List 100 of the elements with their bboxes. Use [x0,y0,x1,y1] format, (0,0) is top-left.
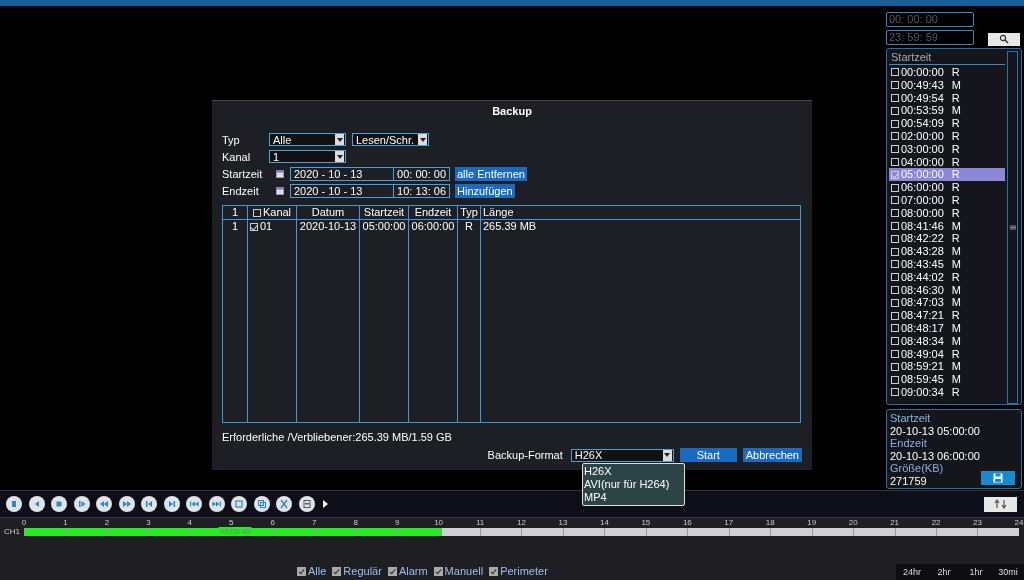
menu-option[interactable]: H26X [584,465,683,478]
file-item[interactable]: 08:47:21 R [889,309,1005,322]
cut-button[interactable] [276,496,292,512]
next-file-button[interactable] [208,496,225,512]
copy-button[interactable] [253,496,270,512]
mode-dropdown[interactable]: Lesen/Schr. [352,133,429,146]
type-dropdown[interactable]: Alle [269,133,346,146]
file-item[interactable]: 08:48:17 M [889,321,1005,335]
field-label: Kanal [222,150,252,163]
hour-label: 13 [558,518,568,527]
info-value: 271759 [890,474,927,487]
field-label: Typ [222,133,241,146]
file-item[interactable]: 08:48:34 M [889,334,1005,348]
hour-label: 14 [599,518,609,527]
zoom-button[interactable]: 2hr [928,567,960,577]
info-label: Endzeit [890,437,928,450]
table-cell: 1 [222,219,248,233]
file-item[interactable]: 08:49:04 R [889,347,1005,361]
hour-label: 4 [187,518,193,527]
stop-button[interactable] [51,496,67,512]
table-cell: 2020-10-13 [296,219,360,233]
previous-file-button[interactable] [186,496,202,512]
file-item[interactable]: 04:00:00 R [889,155,1005,169]
file-item[interactable]: 09:00:34 R [889,385,1005,399]
hour-label: 15 [641,518,651,527]
file-item[interactable]: 02:00:00 R [889,130,1005,143]
file-item[interactable]: 08:41:46 M [889,219,1005,233]
file-item[interactable]: 00:49:54 R [889,91,1005,105]
switch-button[interactable] [984,496,1017,512]
file-item[interactable]: 00:53:59 M [889,104,1005,118]
dialog-title: Backup [491,105,533,117]
hour-label: 20 [848,518,858,527]
search-button[interactable] [988,32,1020,46]
table-cell: 01 [247,219,297,233]
zoom-button[interactable]: 1hr [960,567,992,577]
column-header: Startzeit [359,205,409,220]
info-label: Startzeit [890,412,932,425]
file-item[interactable]: 08:46:30 M [889,283,1005,297]
hour-label: 24 [1014,518,1024,527]
hour-label: 19 [807,518,817,527]
play-reverse-button[interactable] [28,496,45,512]
info-value: 20-10-13 05:00:00 [890,424,980,437]
table-cell: 265.39 MB [480,219,801,233]
column-header: Länge [480,205,801,220]
save-button[interactable] [298,496,315,512]
file-item[interactable]: 00:49:43 M [889,78,1005,92]
file-item[interactable]: 00:00:00 R [889,66,1005,79]
zoom-button[interactable]: 30mi [992,567,1024,577]
info-value: 20-10-13 06:00:00 [890,449,980,462]
more-arrow-icon[interactable] [323,500,328,508]
channel-dropdown[interactable]: 1 [269,150,346,163]
date-time-field[interactable]: 2020 - 10 - 13 00: 00: 00 [290,166,450,181]
zoom-button[interactable]: 24hr [896,567,928,577]
file-item[interactable]: 07:00:00 R [889,193,1005,207]
file-item[interactable]: 08:00:00 R [889,206,1005,220]
field-label: Startzeit [222,167,264,180]
remove-all-button[interactable]: alle Entfernen [455,166,527,181]
hour-label: 0 [21,518,27,527]
fast-forward-button[interactable] [118,496,135,512]
menu-option[interactable]: AVI(nur für H264) [584,478,683,491]
file-item[interactable]: 08:44:02 R [889,270,1005,284]
previous-frame-button[interactable] [141,496,157,512]
file-item[interactable]: 06:00:00 R [889,181,1005,194]
calendar-icon [276,186,284,195]
file-item[interactable]: 08:59:21 M [889,360,1005,374]
hour-label: 8 [353,518,358,527]
start-button[interactable]: Start [679,448,737,462]
column-header: 1 [222,205,248,220]
field-label: Endzeit [222,184,260,197]
add-button[interactable]: Hinzufügen [455,183,515,198]
file-item[interactable]: 03:00:00 R [889,142,1005,156]
filter-checkbox[interactable]: Regulär [332,565,382,577]
file-item[interactable]: 08:59:45 M [889,373,1005,386]
hour-label: 7 [312,518,317,527]
column-header: Typ [457,205,481,220]
menu-option[interactable]: MP4 [584,491,683,504]
cancel-button[interactable]: Abbrechen [742,448,802,462]
filter-checkbox[interactable]: Perimeter [489,565,548,577]
file-item[interactable]: 08:43:28 M [889,245,1005,258]
rewind-button[interactable] [96,496,112,512]
storage-info: Erforderliche /Verbliebener:265.39 MB/1.59 GB [222,431,453,443]
column-header: Kanal [247,205,297,220]
hour-label: 23 [973,518,982,527]
filter-checkbox[interactable]: Alle [297,565,327,577]
file-item[interactable]: 08:43:45 M [889,257,1005,271]
scrollbar[interactable] [1007,51,1018,404]
hour-label: 11 [475,518,485,527]
next-frame-button[interactable] [163,496,180,512]
file-item[interactable]: 00:54:09 R [889,117,1005,130]
hour-label: 12 [517,518,526,527]
file-item[interactable]: 08:42:22 R [889,232,1005,246]
filter-checkbox[interactable]: Alarm [387,565,428,577]
format-dropdown[interactable]: H26X [570,448,674,462]
field-label: Backup-Format [487,449,563,461]
info-label: Größe(KB) [890,462,945,475]
filter-checkbox[interactable]: Manuell [433,565,484,577]
file-item[interactable]: 08:47:03 M [889,296,1005,310]
hour-label: 18 [765,518,775,527]
date-time-field[interactable]: 2020 - 10 - 13 10: 13: 06 [290,183,450,198]
play-button[interactable] [73,496,90,512]
